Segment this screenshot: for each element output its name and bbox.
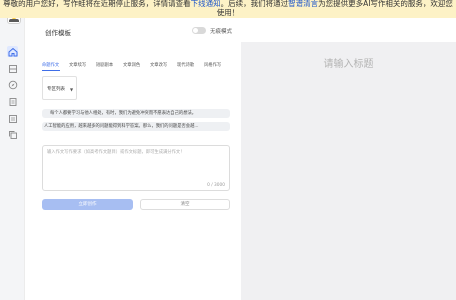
document-icon[interactable] — [7, 96, 18, 107]
title-input[interactable]: 请输入标题 — [241, 55, 456, 70]
copy-icon[interactable] — [7, 129, 18, 140]
tab-article-polish[interactable]: 文章润色 — [123, 62, 140, 68]
banner-text-1: 尊敬的用户您好，写作蛙将在近期停止服务，详情请查看 — [3, 0, 191, 8]
page-title: 创作模板 — [45, 29, 71, 37]
prompt-placeholder: 输入作文写作要求（如高考作文题目）或作文标题，即可生成满分作文！ — [47, 150, 185, 155]
template-tabs: 命题作文 文章续写 短剧剧本 文章润色 文章改写 现代诗歌 风格作写 — [42, 62, 242, 72]
tab-proposition-essay[interactable]: 命题作文 — [42, 62, 59, 68]
tab-article-continue[interactable]: 文章续写 — [69, 62, 86, 68]
incognito-toggle-label: 无痕模式 — [210, 29, 233, 35]
generate-button[interactable]: 立即创作 — [42, 199, 133, 210]
editor-header: 创作模板 无痕模式 — [25, 18, 241, 42]
tab-article-rewrite[interactable]: 文章改写 — [150, 62, 167, 68]
zhipu-qingyan-link[interactable]: 智谱清言 — [288, 0, 318, 8]
prompt-textarea[interactable]: 输入作文写作要求（如高考作文题目）或作文标题，即可生成满分作文！ 0 / 300… — [42, 145, 230, 191]
home-icon[interactable] — [7, 46, 18, 57]
preview-panel: 请输入标题 — [241, 42, 456, 300]
service-notice-banner: 尊敬的用户您好，写作蛙将在近期停止服务，详情请查看下线通知。后续，我们将通过智谱… — [0, 0, 456, 18]
incognito-toggle[interactable] — [192, 27, 206, 34]
suggestion-chip[interactable]: 人工智能的应用，越来越多的问题能得到科学答案。那么，我们的问题是否会越... — [42, 122, 230, 131]
active-tab-indicator — [42, 70, 60, 71]
grid-icon[interactable] — [7, 63, 18, 74]
tab-modern-poetry[interactable]: 现代诗歌 — [177, 62, 194, 68]
tab-style-writing[interactable]: 风格作写 — [204, 62, 221, 68]
category-dropdown[interactable]: 专区列表 ▼ — [42, 76, 77, 100]
clear-button[interactable]: 清空 — [140, 199, 230, 210]
category-dropdown-value: 专区列表 — [47, 87, 65, 92]
suggestion-chip[interactable]: 每个人都要学习与他人相处，有时，我们为避免冲突而不愿表达自己的想法。 — [42, 109, 230, 118]
list-icon[interactable] — [7, 113, 18, 124]
sidebar — [0, 0, 25, 300]
char-counter: 0 / 3000 — [207, 183, 225, 188]
chevron-down-icon: ▼ — [70, 87, 74, 92]
tab-short-drama-script[interactable]: 短剧剧本 — [96, 62, 113, 68]
compass-icon[interactable] — [7, 79, 18, 90]
